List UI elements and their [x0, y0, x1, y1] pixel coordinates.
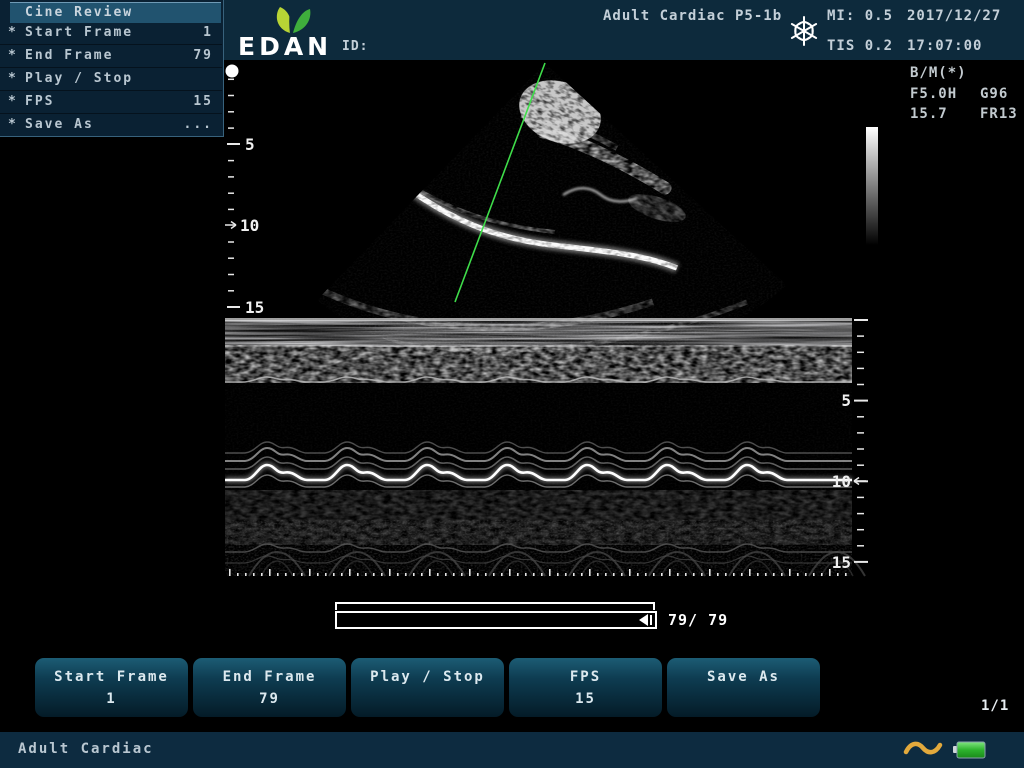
menu-bullet: *: [8, 91, 18, 113]
battery-icon: [950, 738, 990, 762]
focus-arrow-icon: [225, 222, 236, 229]
status-preset-label: Adult Cardiac: [18, 741, 154, 757]
physio-wave-icon: [903, 738, 943, 762]
patient-id-label: ID:: [342, 39, 368, 54]
softkey-page-indicator: 1/1: [981, 698, 1009, 714]
b-depth-label: 5: [245, 135, 255, 154]
softkey-save-as[interactable]: Save As: [667, 658, 820, 717]
softkey-start-frame[interactable]: Start Frame 1: [35, 658, 188, 717]
menu-item-end-frame[interactable]: * End Frame 79: [0, 45, 222, 68]
probe-preset-label: Adult Cardiac P5-1b: [603, 8, 782, 24]
tis-label: TIS: [827, 38, 855, 54]
edan-leaf-icon: [266, 5, 318, 35]
brand-logo-text: EDAN: [238, 32, 332, 61]
menu-bullet: *: [8, 45, 18, 67]
menu-item-start-frame[interactable]: * Start Frame 1: [0, 22, 222, 45]
menu-item-fps[interactable]: * FPS 15: [0, 91, 222, 114]
system-time: 17:07:00: [907, 38, 982, 54]
cine-position-bar-icon: [650, 615, 652, 625]
tis-value: 0.2: [865, 38, 893, 54]
m-mode-image: [225, 318, 865, 576]
m-depth-label: 5: [841, 391, 851, 410]
b-depth-label: 15: [245, 298, 264, 317]
menu-item-label: End Frame: [25, 45, 113, 67]
menu-item-label: Start Frame: [25, 22, 133, 44]
freeze-icon: [787, 14, 821, 48]
b-depth-label: 10: [240, 216, 259, 235]
mi-readout: MI: 0.5: [827, 8, 893, 24]
menu-bullet: *: [8, 22, 18, 44]
cine-progress-bar[interactable]: [335, 611, 657, 629]
probe-orientation-mark: [226, 65, 239, 78]
menu-item-value: 15: [193, 91, 213, 113]
menu-item-play-stop[interactable]: * Play / Stop: [0, 68, 222, 91]
menu-item-label: FPS: [25, 91, 54, 113]
menu-bullet: *: [8, 68, 18, 90]
cine-range-bracket: [335, 602, 655, 610]
menu-item-value: 1: [203, 22, 213, 44]
ultrasound-display: 5 10 15 5 10 15: [225, 60, 1024, 645]
softkey-label: Save As: [667, 669, 820, 685]
ultrasound-screen: EDAN ID: Adult Cardiac P5-1b MI: 0.5 TIS…: [0, 0, 1024, 768]
status-bar: Adult Cardiac: [0, 732, 1024, 768]
menu-item-save-as[interactable]: * Save As ...: [0, 114, 222, 136]
softkey-end-frame[interactable]: End Frame 79: [193, 658, 346, 717]
m-depth-label: 15: [832, 553, 851, 572]
cine-review-menu: Cine Review * Start Frame 1 * End Frame …: [0, 0, 224, 137]
menu-bullet: *: [8, 114, 18, 136]
softkey-label: Play / Stop: [351, 669, 504, 685]
menu-item-value: 79: [193, 45, 213, 67]
b-depth-scale: 5 10 15: [225, 65, 264, 318]
m-depth-label: 10: [832, 472, 851, 491]
softkey-play-stop[interactable]: Play / Stop: [351, 658, 504, 717]
menu-item-value: ...: [184, 114, 213, 136]
mi-value: 0.5: [865, 8, 893, 24]
cine-position-arrow-icon[interactable]: [639, 614, 648, 626]
softkey-value: 1: [35, 691, 188, 707]
softkey-value: 79: [193, 691, 346, 707]
menu-title: Cine Review: [10, 2, 221, 23]
softkey-label: End Frame: [193, 669, 346, 685]
softkey-label: FPS: [509, 669, 662, 685]
tis-readout: TIS 0.2: [827, 38, 893, 54]
cine-frame-counter: 79/ 79: [668, 611, 728, 629]
grayscale-bar: [866, 127, 878, 245]
system-date: 2017/12/27: [907, 8, 1001, 24]
softkey-fps[interactable]: FPS 15: [509, 658, 662, 717]
menu-item-label: Save As: [25, 114, 94, 136]
m-depth-cursor-arrow-icon: [854, 478, 866, 485]
softkey-row: Start Frame 1 End Frame 79 Play / Stop F…: [35, 658, 820, 717]
menu-item-label: Play / Stop: [25, 68, 133, 90]
mi-label: MI:: [827, 8, 855, 24]
softkey-value: 15: [509, 691, 662, 707]
softkey-label: Start Frame: [35, 669, 188, 685]
